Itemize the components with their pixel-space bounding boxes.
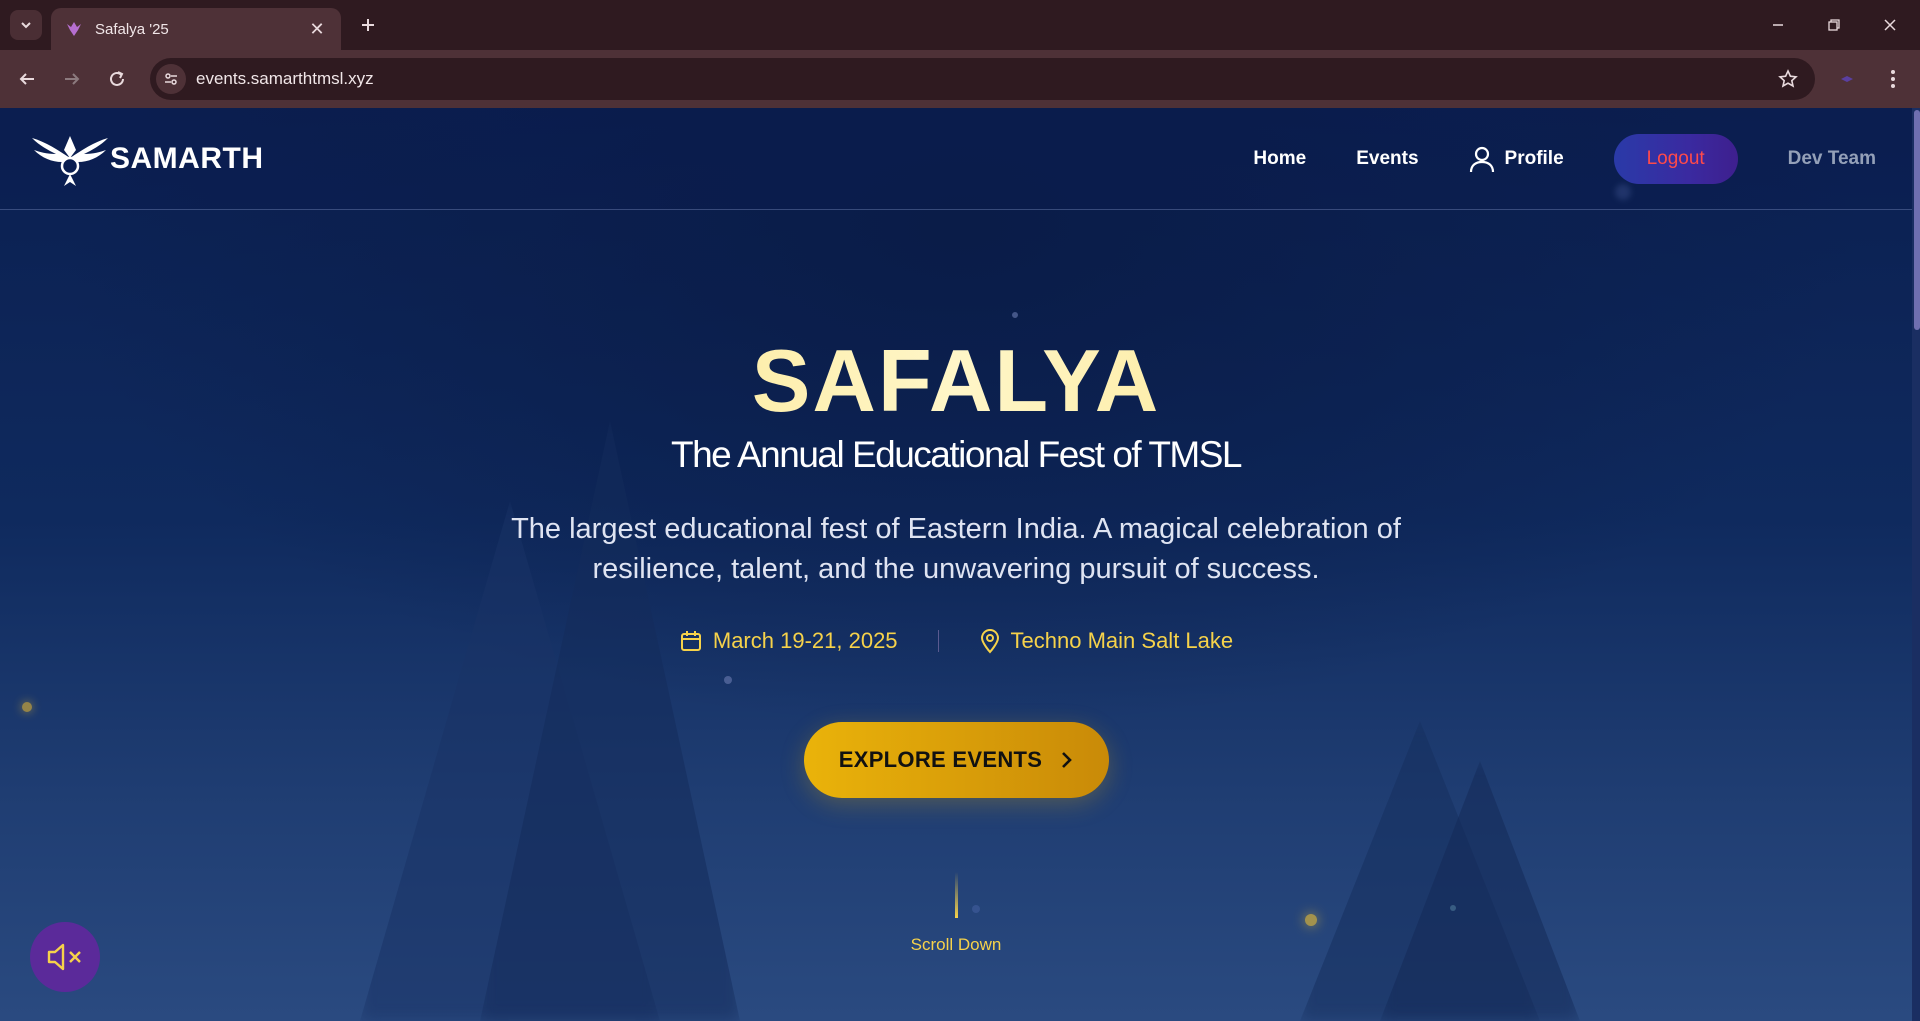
event-venue-text: Techno Main Salt Lake (1010, 628, 1234, 653)
close-icon (1884, 19, 1896, 31)
restore-icon (1828, 19, 1840, 31)
restore-button[interactable] (1814, 10, 1854, 40)
chevron-down-icon (21, 22, 31, 29)
tab-title: Safalya '25 (95, 20, 169, 38)
browser-tab-bar: Safalya '25 ✕ (0, 0, 1920, 50)
hero-subtitle: The Annual Educational Fest of TMSL (670, 434, 1243, 475)
page-scrollbar[interactable] (1912, 108, 1920, 1021)
address-bar[interactable]: events.samarthtmsl.xyz (150, 58, 1815, 100)
explore-events-label: EXPLORE EVENTS (838, 747, 1043, 772)
url-text[interactable]: events.samarthtmsl.xyz (196, 69, 1773, 89)
volume-muted-icon (47, 943, 81, 971)
chevron-right-icon (1062, 752, 1073, 768)
event-date: March 19-21, 2025 (679, 628, 898, 654)
event-meta: March 19-21, 2025 Techno Main Salt Lake (0, 628, 1912, 654)
reload-icon (110, 71, 124, 86)
event-date-text: March 19-21, 2025 (712, 628, 898, 653)
plus-icon (362, 19, 374, 31)
forward-button[interactable] (57, 64, 87, 94)
extension-button[interactable] (1832, 64, 1862, 94)
meta-divider (937, 630, 939, 652)
close-icon[interactable]: ✕ (307, 19, 327, 40)
scroll-indicator-line (955, 872, 958, 918)
tab-search-button[interactable] (10, 10, 42, 40)
mute-toggle-button[interactable] (30, 922, 100, 992)
extension-icon (1841, 76, 1853, 82)
forward-arrow-icon (65, 73, 80, 85)
scroll-down-label[interactable]: Scroll Down (0, 935, 1912, 955)
hero-section: SAFALYA The Annual Educational Fest of T… (0, 108, 1912, 1021)
minimize-button[interactable] (1758, 10, 1798, 40)
site-info-button[interactable] (156, 64, 186, 94)
back-arrow-icon (19, 73, 34, 85)
close-window-button[interactable] (1870, 10, 1910, 40)
bookmark-button[interactable] (1773, 64, 1803, 94)
calendar-icon (680, 631, 701, 651)
map-pin-icon (980, 629, 999, 654)
browser-menu-button[interactable] (1878, 64, 1908, 94)
scrollbar-thumb[interactable] (1914, 110, 1920, 330)
browser-toolbar: events.samarthtmsl.xyz (0, 50, 1920, 108)
new-tab-button[interactable] (354, 11, 382, 39)
minimize-icon (1773, 24, 1783, 26)
kebab-menu-icon (1891, 70, 1895, 88)
hero-description: The largest educational fest of Eastern … (511, 513, 1401, 585)
browser-tab[interactable]: Safalya '25 ✕ (51, 8, 341, 50)
hero-title: SAFALYA (0, 330, 1912, 432)
star-icon (1778, 69, 1798, 88)
back-button[interactable] (12, 64, 42, 94)
event-venue: Techno Main Salt Lake (979, 628, 1234, 654)
tune-icon (165, 73, 177, 85)
phoenix-favicon-icon (67, 22, 81, 36)
page-viewport: SAMARTH Home Events Profile Logout Dev T… (0, 108, 1920, 1021)
explore-events-button[interactable]: EXPLORE EVENTS (804, 722, 1109, 798)
reload-button[interactable] (102, 64, 132, 94)
